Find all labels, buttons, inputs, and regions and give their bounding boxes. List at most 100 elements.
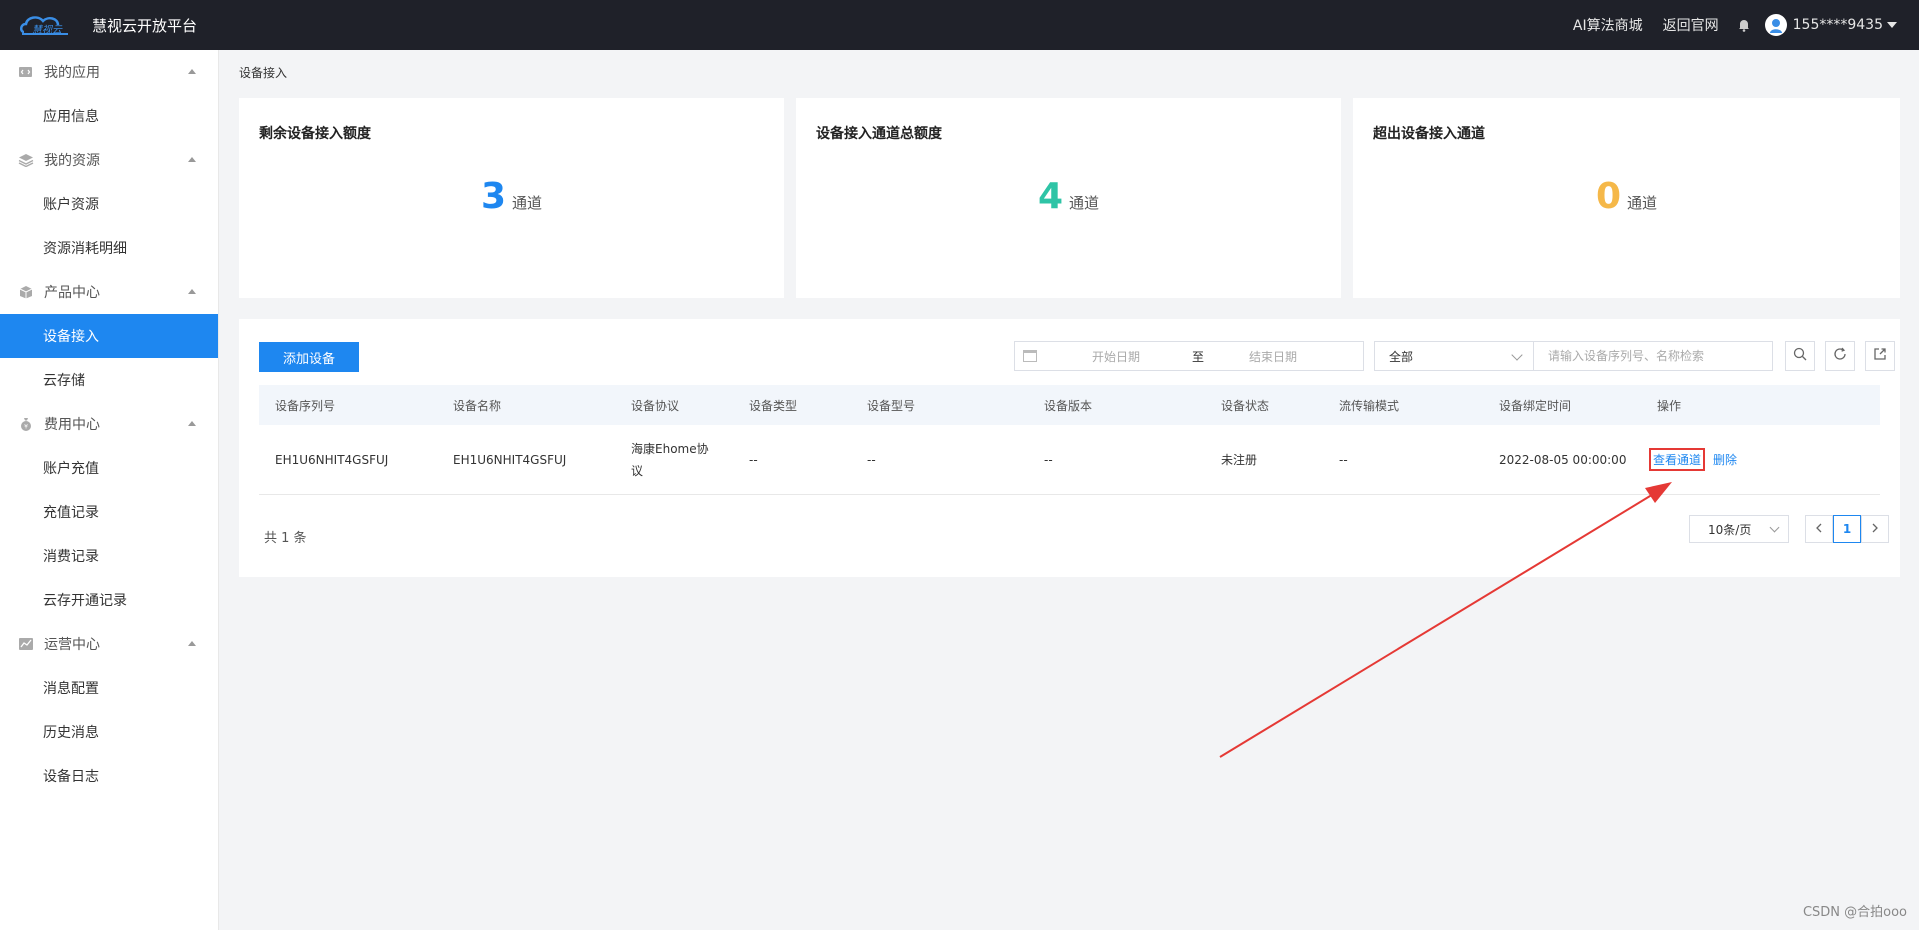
col-protocol: 设备协议 [631,398,680,413]
status-filter-value: 全部 [1389,349,1414,364]
sidebar-group-my-apps[interactable]: 我的应用 [0,50,218,94]
logo-text: 慧视云 [32,24,63,36]
chart-icon [18,637,34,651]
device-search-input[interactable] [1533,341,1773,371]
cell-bind-time: 2022-08-05 00:00:00 [1499,452,1627,467]
app-icon [18,65,34,79]
money-bag-icon: ¥ [18,417,34,431]
sidebar: 我的应用 应用信息 我的资源 账户资源 资源消耗明细 产品中心 设备接入 云存储… [0,50,219,930]
sidebar-item-recharge-records[interactable]: 充值记录 [0,490,218,534]
device-list-panel: 添加设备 开始日期 至 结束日期 全部 设备序列号 设备名称 设备协议 设备 [239,319,1900,577]
stat-card-exceeded-channels: 超出设备接入通道 0 通道 [1353,98,1900,298]
col-bind-time: 设备绑定时间 [1499,398,1572,413]
brand[interactable]: 慧视云 慧视云开放平台 [18,10,197,40]
next-page-button[interactable] [1861,515,1889,543]
sidebar-group-label: 产品中心 [44,285,100,301]
chevron-down-icon [1511,349,1523,361]
sidebar-item-consumption-records[interactable]: 消费记录 [0,534,218,578]
avatar[interactable] [1764,14,1787,36]
brand-title: 慧视云开放平台 [92,16,198,35]
main-content: 设备接入 剩余设备接入额度 3 通道 设备接入通道总额度 4 通道 超出设备接入通道… [219,50,1919,930]
stat-number: 0 [1595,176,1622,217]
sidebar-group-label: 运营中心 [44,637,100,653]
sidebar-item-resource-usage[interactable]: 资源消耗明细 [0,226,218,270]
sidebar-group-my-resources[interactable]: 我的资源 [0,138,218,182]
chevron-up-icon [188,421,196,426]
page-size-value: 10条/页 [1708,522,1752,537]
sidebar-item-cloud-activation-records[interactable]: 云存开通记录 [0,578,218,622]
export-button[interactable] [1865,341,1895,371]
stat-title: 剩余设备接入额度 [259,126,371,142]
stat-title: 超出设备接入通道 [1373,126,1485,142]
svg-text:¥: ¥ [24,424,28,431]
sidebar-item-message-history[interactable]: 历史消息 [0,710,218,754]
add-device-button[interactable]: 添加设备 [259,342,359,372]
chevron-up-icon [188,157,196,162]
cell-stream-mode: -- [1339,452,1348,467]
sidebar-group-billing[interactable]: ¥ 费用中心 [0,402,218,446]
page-button-current[interactable]: 1 [1833,515,1861,543]
col-version: 设备版本 [1044,398,1093,413]
col-actions: 操作 [1657,398,1682,413]
caret-down-icon[interactable] [1887,22,1897,28]
sidebar-group-operations[interactable]: 运营中心 [0,622,218,666]
col-status: 设备状态 [1221,398,1270,413]
bell-icon[interactable] [1737,18,1751,32]
breadcrumb: 设备接入 [239,66,288,80]
stat-unit: 通道 [512,194,543,212]
sidebar-item-device-access[interactable]: 设备接入 [0,314,218,358]
col-serial: 设备序列号 [275,398,336,413]
view-channels-link[interactable]: 查看通道 [1649,448,1706,471]
sidebar-group-label: 费用中心 [44,417,100,433]
stat-card-total-quota: 设备接入通道总额度 4 通道 [796,98,1341,298]
sidebar-item-account-resources[interactable]: 账户资源 [0,182,218,226]
top-bar: 慧视云 慧视云开放平台 AI算法商城 返回官网 155****9435 [0,0,1919,50]
back-to-site-link[interactable]: 返回官网 [1663,15,1719,35]
total-count: 共 1 条 [264,531,307,546]
ai-store-link[interactable]: AI算法商城 [1573,15,1643,35]
page-size-select[interactable]: 10条/页 [1689,515,1789,543]
prev-page-button[interactable] [1805,515,1833,543]
search-button[interactable] [1785,341,1815,371]
refresh-button[interactable] [1825,341,1855,371]
chevron-up-icon [188,641,196,646]
chevron-right-icon [1871,522,1879,536]
date-range-picker[interactable]: 开始日期 至 结束日期 [1014,341,1364,371]
sidebar-item-message-config[interactable]: 消息配置 [0,666,218,710]
search-icon [1793,347,1807,365]
col-type: 设备类型 [749,398,798,413]
box-icon [18,285,34,299]
user-name[interactable]: 155****9435 [1793,17,1883,33]
cell-actions: 查看通道 删除 [1649,425,1737,494]
calendar-icon [1023,350,1037,362]
col-name: 设备名称 [453,398,502,413]
chevron-up-icon [188,69,196,74]
status-filter-select[interactable]: 全部 [1374,341,1534,371]
cell-version: -- [1044,452,1053,467]
refresh-icon [1833,347,1847,365]
delete-link[interactable]: 删除 [1713,451,1737,468]
stat-unit: 通道 [1069,194,1100,212]
table-row: EH1U6NHIT4GSFUJ EH1U6NHIT4GSFUJ 海康Ehome协… [259,425,1880,495]
end-date-input[interactable]: 结束日期 [1249,348,1297,365]
start-date-input[interactable]: 开始日期 [1092,348,1182,365]
col-model: 设备型号 [867,398,916,413]
logo-icon: 慧视云 [18,10,82,40]
table-header: 设备序列号 设备名称 设备协议 设备类型 设备型号 设备版本 设备状态 流传输模… [259,385,1880,425]
sidebar-item-recharge[interactable]: 账户充值 [0,446,218,490]
cell-name: EH1U6NHIT4GSFUJ [453,452,567,467]
device-table: 设备序列号 设备名称 设备协议 设备类型 设备型号 设备版本 设备状态 流传输模… [259,385,1880,495]
stat-card-remaining-quota: 剩余设备接入额度 3 通道 [239,98,784,298]
sidebar-group-label: 我的资源 [44,153,100,169]
chevron-left-icon [1815,522,1823,536]
sidebar-item-cloud-storage[interactable]: 云存储 [0,358,218,402]
col-stream-mode: 流传输模式 [1339,398,1400,413]
cell-model: -- [867,452,876,467]
sidebar-item-device-logs[interactable]: 设备日志 [0,754,218,798]
date-range-separator: 至 [1192,349,1205,364]
chevron-down-icon [1769,522,1780,533]
sidebar-item-app-info[interactable]: 应用信息 [0,94,218,138]
sidebar-group-products[interactable]: 产品中心 [0,270,218,314]
sidebar-group-label: 我的应用 [44,65,100,81]
watermark: CSDN @合拍ooo [1802,905,1907,920]
